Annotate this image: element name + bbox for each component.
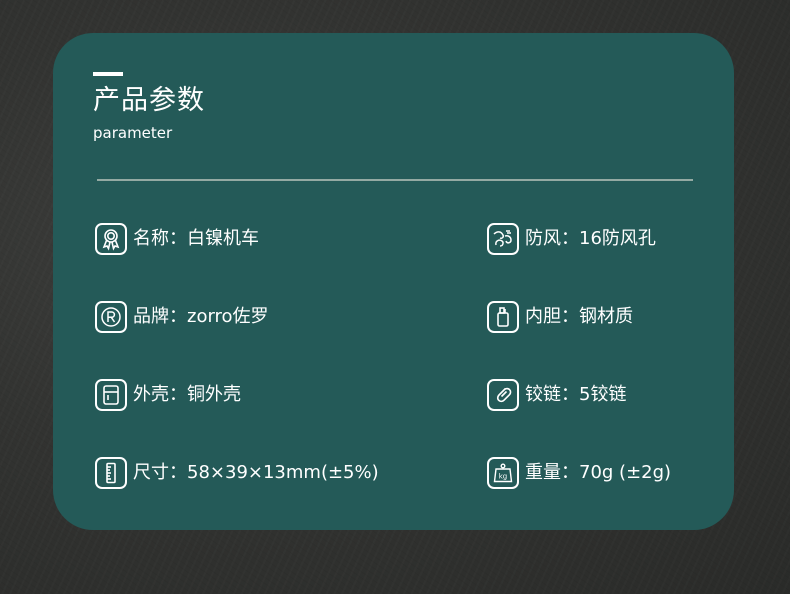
hinge-link-icon <box>487 379 519 411</box>
lighter-liner-icon <box>487 301 519 333</box>
spec-liner: 内胆：钢材质 <box>487 298 633 336</box>
spec-size: 尺寸：58×39×13mm(±5%) <box>95 454 379 492</box>
spec-windproof-text: 防风：16防风孔 <box>525 228 656 249</box>
spec-windproof: 防风：16防风孔 <box>487 220 656 258</box>
award-ribbon-icon <box>95 223 127 255</box>
spec-brand: 品牌：zorro佐罗 <box>95 298 269 336</box>
spec-hinge-text: 铰链：5铰链 <box>525 384 627 405</box>
spec-hinge: 铰链：5铰链 <box>487 376 626 414</box>
spec-brand-text: 品牌：zorro佐罗 <box>133 306 269 327</box>
header-divider <box>97 179 693 181</box>
weight-kg-icon: kg <box>487 457 519 489</box>
ruler-icon <box>95 457 127 489</box>
spec-name-text: 名称：白镍机车 <box>133 228 259 249</box>
section-subtitle: parameter <box>93 124 173 142</box>
spec-weight-text: 重量：70g (±2g) <box>525 462 672 483</box>
wind-icon <box>487 223 519 255</box>
spec-weight: kg 重量：70g (±2g) <box>487 454 671 492</box>
spec-liner-text: 内胆：钢材质 <box>525 306 633 327</box>
spec-name: 名称：白镍机车 <box>95 220 259 258</box>
lighter-shell-icon <box>95 379 127 411</box>
svg-text:kg: kg <box>499 473 508 481</box>
parameter-card: 产品参数 parameter 名称：白镍机车 品牌：zorro佐罗 外壳：铜外壳… <box>53 33 734 530</box>
spec-size-text: 尺寸：58×39×13mm(±5%) <box>133 462 379 483</box>
registered-trademark-icon <box>95 301 127 333</box>
spec-shell: 外壳：铜外壳 <box>95 376 241 414</box>
title-accent-bar <box>93 72 123 76</box>
spec-shell-text: 外壳：铜外壳 <box>133 384 241 405</box>
section-title: 产品参数 <box>93 85 205 116</box>
